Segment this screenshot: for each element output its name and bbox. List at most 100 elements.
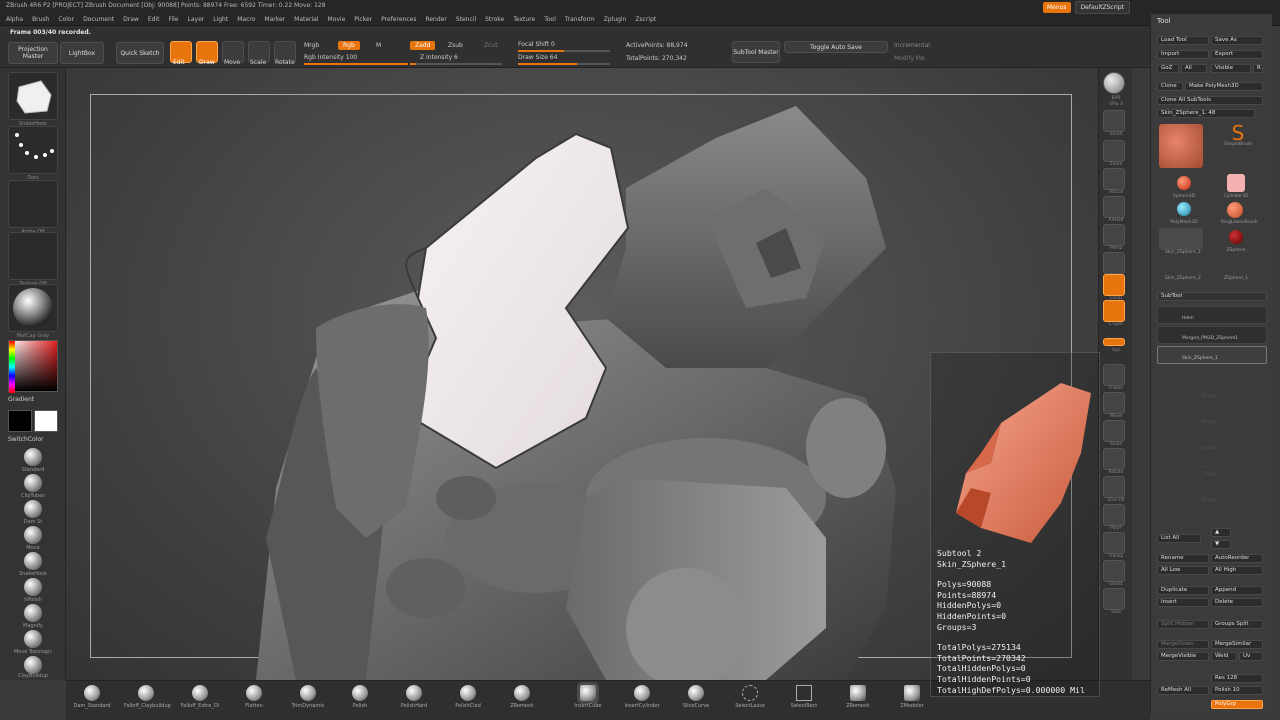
shelf-item[interactable]: Polish [338, 685, 382, 713]
material-thumbnail[interactable]: MatCap Gray [8, 284, 58, 339]
rgb-toggle[interactable]: Rgb [338, 41, 360, 50]
goz-button[interactable]: GoZ [1157, 64, 1179, 73]
rgb-intensity-track[interactable] [304, 63, 408, 65]
delete-button[interactable]: Delete [1211, 598, 1263, 607]
list-all-button[interactable]: List All [1157, 534, 1201, 543]
all-button[interactable]: All [1181, 64, 1207, 73]
shelf-item[interactable]: SliceCurve [674, 685, 718, 713]
simple-brush-icon[interactable]: S [1227, 122, 1249, 144]
menu-tool[interactable]: Tool [544, 16, 556, 23]
shelf-item[interactable]: Dam_Standard [70, 685, 114, 713]
menu-file[interactable]: File [168, 16, 178, 23]
subtool-master-button[interactable]: SubTool Master [732, 41, 780, 63]
clone-button[interactable]: Clone [1157, 82, 1183, 91]
zadd-toggle[interactable]: Zadd [410, 41, 436, 50]
rename-button[interactable]: Rename [1157, 554, 1209, 563]
menu-material[interactable]: Material [294, 16, 318, 23]
shelf-item[interactable]: TrimDynamic [286, 685, 330, 713]
transp-button[interactable] [1103, 532, 1125, 554]
menu-stencil[interactable]: Stencil [456, 16, 476, 23]
all-high-button[interactable]: All High [1211, 566, 1263, 575]
zsub-toggle[interactable]: Zsub [448, 42, 463, 49]
duplicate-button[interactable]: Duplicate [1157, 586, 1209, 595]
merge-similar-button[interactable]: MergeSimilar [1211, 640, 1263, 649]
current-tool-thumbnail[interactable] [1159, 124, 1203, 168]
secondary-color-swatch[interactable] [34, 410, 58, 432]
polygroups-button[interactable]: PolyGrp [1211, 700, 1263, 709]
menu-zscript[interactable]: Zscript [635, 16, 656, 23]
move-button[interactable] [1103, 392, 1125, 414]
alpha-thumbnail[interactable]: Alpha Off [8, 180, 58, 235]
texture-thumbnail[interactable]: Texture Off [8, 232, 58, 287]
shelf-item[interactable]: Flatten [232, 685, 276, 713]
menu-stroke[interactable]: Stroke [485, 16, 504, 23]
incremental-label[interactable]: Incremental [894, 42, 930, 49]
shelf-item[interactable]: Falloff_Claybuildup [124, 685, 171, 713]
default-zscript-button[interactable]: DefaultZScript [1074, 1, 1130, 14]
menu-transform[interactable]: Transform [565, 16, 595, 23]
shelf-item[interactable]: SelectLasso [728, 685, 772, 713]
draw-size-track[interactable] [518, 63, 610, 65]
shelf-item[interactable]: PolishHard [392, 685, 436, 713]
lsym-button[interactable] [1103, 300, 1125, 322]
save-as-button[interactable]: Save As [1211, 36, 1263, 45]
main-color-swatch[interactable] [8, 410, 32, 432]
export-button[interactable]: Export [1211, 50, 1263, 59]
menu-draw[interactable]: Draw [123, 16, 139, 23]
z-intensity-track[interactable] [410, 63, 502, 65]
subtool-row-merged[interactable]: Merged_PM3D_ZSphere1 [1157, 326, 1267, 344]
focal-shift-track[interactable] [518, 50, 610, 52]
stroke-thumbnail[interactable]: Dots [8, 126, 58, 181]
shelf-item[interactable]: PolishClad [446, 685, 490, 713]
menu-picker[interactable]: Picker [354, 16, 372, 23]
draw-size-slider[interactable]: Draw Size 64 [518, 54, 557, 61]
subtool-empty-slot[interactable]: Empty [1157, 388, 1267, 406]
shelf-item[interactable]: ZModeler [890, 685, 934, 713]
menu-texture[interactable]: Texture [513, 16, 535, 23]
sphere3d-icon[interactable] [1177, 176, 1191, 190]
insert-button[interactable]: Insert [1157, 598, 1209, 607]
menu-alpha[interactable]: Alpha [6, 16, 23, 23]
xyz-button[interactable] [1103, 338, 1125, 346]
m-toggle[interactable]: M [376, 42, 381, 49]
brush-standard-icon[interactable] [24, 448, 42, 466]
shelf-item[interactable]: Falloff_Extra_Dl [178, 685, 222, 713]
persp-button[interactable] [1103, 224, 1125, 246]
menu-macro[interactable]: Macro [237, 16, 255, 23]
shelf-item[interactable]: ZRemesh [500, 685, 544, 713]
subtool-empty-slot[interactable]: Empty [1157, 492, 1267, 510]
shelf-item[interactable]: InsertCylinder [620, 685, 664, 713]
menu-zplugin[interactable]: Zplugin [604, 16, 627, 23]
merge-down-button[interactable]: MergeDown [1157, 640, 1209, 649]
projection-master-button[interactable]: Projection Master [8, 42, 58, 64]
brush-magnify-icon[interactable] [24, 604, 42, 622]
subtool-row-helm[interactable]: Helm [1157, 306, 1267, 324]
brush-movetopo-icon[interactable] [24, 630, 42, 648]
uv-button[interactable]: Uv [1239, 652, 1263, 661]
scale-button[interactable] [1103, 420, 1125, 442]
current-tool-slider[interactable]: Skin_ZSphere_1. 48 [1157, 109, 1255, 118]
menu-brush[interactable]: Brush [32, 16, 49, 23]
brush-claybuildup-icon[interactable] [24, 656, 42, 674]
menu-preferences[interactable]: Preferences [381, 16, 416, 23]
visible-button[interactable]: Visible [1211, 64, 1251, 73]
cylinder3d-icon[interactable] [1227, 174, 1245, 192]
lightbox-button[interactable]: LightBox [60, 42, 104, 64]
weld-button[interactable]: Weld [1211, 652, 1237, 661]
quick-sketch-button[interactable]: Quick Sketch [116, 42, 164, 64]
split-hidden-button[interactable]: Split Hidden [1157, 620, 1209, 629]
ghost-button[interactable] [1103, 560, 1125, 582]
brush-thumbnail[interactable]: SnakeHook [8, 72, 58, 127]
zcut-toggle[interactable]: Zcut [484, 42, 498, 49]
brush-damst-icon[interactable] [24, 500, 42, 518]
all-low-button[interactable]: All Low [1157, 566, 1209, 575]
import-button[interactable]: Import [1157, 50, 1209, 59]
groups-split-button[interactable]: Groups Split [1211, 620, 1263, 629]
rotate-button[interactable] [1103, 448, 1125, 470]
actual-button[interactable] [1103, 168, 1125, 190]
local-button[interactable] [1103, 274, 1125, 296]
auto-reorder-button[interactable]: AutoReorder [1211, 554, 1263, 563]
clone-all-subtools-button[interactable]: Clone All SubTools [1157, 96, 1263, 105]
shelf-item[interactable]: SelectRect [782, 685, 826, 713]
ringlower-icon[interactable] [1227, 202, 1243, 218]
